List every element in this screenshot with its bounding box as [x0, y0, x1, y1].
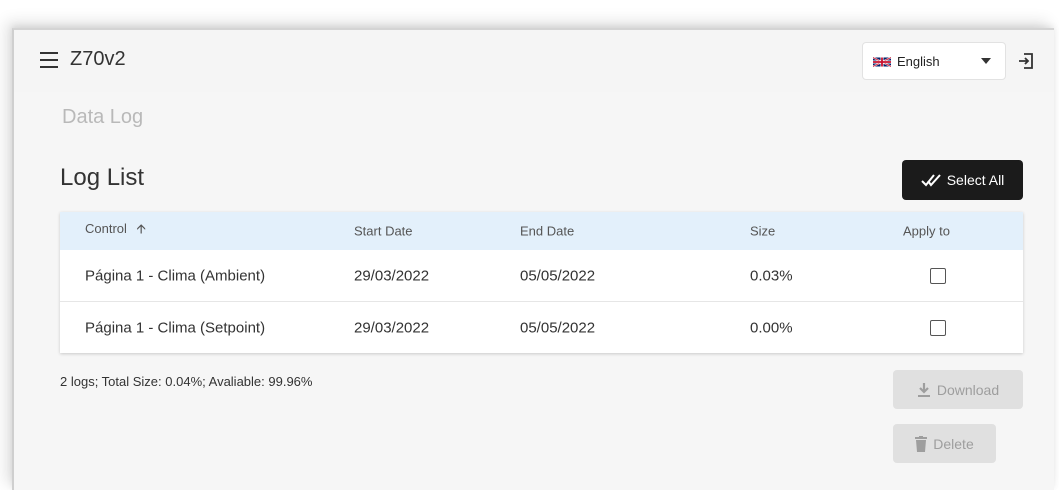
select-all-button[interactable]: Select All — [902, 160, 1023, 200]
column-header-end-date[interactable]: End Date — [520, 224, 574, 239]
chevron-down-icon — [981, 58, 991, 64]
cell-size: 0.00% — [750, 319, 793, 336]
app-window: Z70v2 English Data Log Log List Select A… — [12, 28, 1054, 490]
app-title: Z70v2 — [70, 48, 126, 70]
cell-control: Página 1 - Clima (Ambient) — [85, 267, 266, 284]
cell-start-date: 29/03/2022 — [354, 319, 430, 336]
column-header-size[interactable]: Size — [750, 224, 775, 239]
log-summary: 2 logs; Total Size: 0.04%; Avaliable: 99… — [60, 374, 313, 389]
top-bar: Z70v2 English — [14, 30, 1054, 92]
apply-to-checkbox[interactable] — [930, 319, 946, 336]
language-select[interactable]: English — [862, 42, 1006, 80]
cell-size: 0.03% — [750, 267, 793, 284]
cell-end-date: 05/05/2022 — [520, 267, 596, 284]
apply-to-checkbox[interactable] — [930, 267, 946, 284]
select-all-label: Select All — [946, 172, 1005, 188]
sort-arrow-up-icon: 🡩 — [136, 221, 146, 236]
log-list-title: Log List — [60, 164, 145, 191]
table-row: Página 1 - Clima (Setpoint) 29/03/2022 0… — [60, 301, 1023, 353]
column-header-control[interactable]: Control 🡩 — [85, 220, 146, 242]
double-check-icon — [920, 174, 941, 187]
table-header: Control 🡩 Start Date End Date Size Apply… — [60, 212, 1023, 250]
column-header-start-date[interactable]: Start Date — [354, 224, 413, 239]
delete-label: Delete — [933, 435, 974, 452]
download-button[interactable]: Download — [893, 370, 1023, 409]
language-label: English — [897, 54, 940, 69]
download-icon — [917, 382, 930, 397]
cell-end-date: 05/05/2022 — [520, 319, 596, 336]
delete-button[interactable]: Delete — [893, 424, 996, 463]
column-header-apply-to: Apply to — [903, 223, 950, 239]
page-section-title: Data Log — [62, 106, 144, 128]
uk-flag-icon — [873, 56, 891, 68]
trash-icon — [915, 435, 928, 452]
log-table: Control 🡩 Start Date End Date Size Apply… — [60, 212, 1023, 353]
cell-start-date: 29/03/2022 — [354, 267, 430, 284]
menu-icon[interactable] — [40, 52, 58, 68]
logout-icon[interactable] — [1016, 51, 1036, 71]
cell-control: Página 1 - Clima (Setpoint) — [85, 319, 266, 336]
download-label: Download — [936, 381, 1000, 398]
table-row: Página 1 - Clima (Ambient) 29/03/2022 05… — [60, 250, 1023, 301]
